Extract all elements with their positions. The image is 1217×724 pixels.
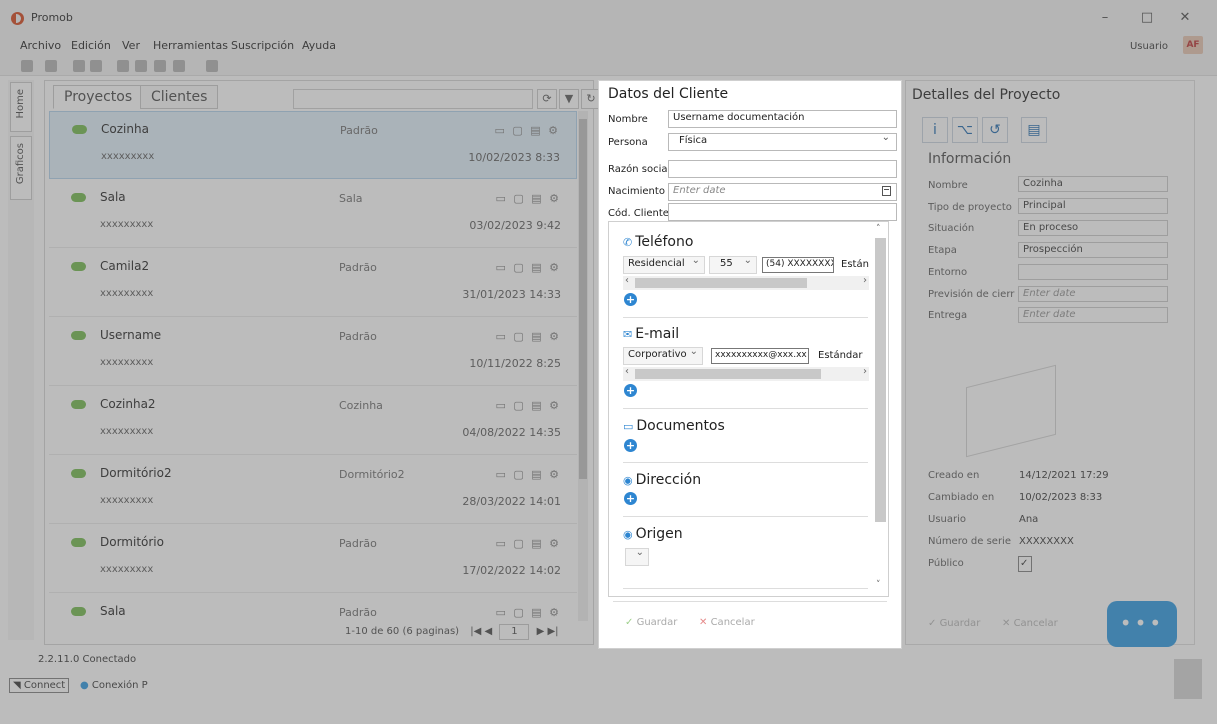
telefono-code-select[interactable]: 55 xyxy=(709,255,757,274)
divider xyxy=(623,462,868,463)
label-razon-social: Razón social xyxy=(608,164,671,175)
label-nacimiento: Nacimiento xyxy=(608,186,665,197)
email-address-input[interactable]: xxxxxxxxxx@xxx.xx xyxy=(711,348,809,364)
scroll-left-icon[interactable]: ‹ xyxy=(625,366,629,377)
add-documento-button[interactable]: + xyxy=(624,439,637,452)
cancelar-label: Cancelar xyxy=(710,617,755,628)
documentos-section-title: ▭ Documentos xyxy=(623,418,725,434)
scroll-down-icon[interactable]: ˅ xyxy=(876,580,881,590)
telefono-title-text: Teléfono xyxy=(635,234,694,250)
telefono-section-title: ✆ Teléfono xyxy=(623,234,693,250)
calendar-icon[interactable] xyxy=(882,186,891,196)
id-card-icon: ▭ xyxy=(623,420,634,433)
telefono-hscroll[interactable]: ‹ › xyxy=(623,275,869,290)
scroll-right-icon[interactable]: › xyxy=(863,275,867,286)
add-email-button[interactable]: + xyxy=(624,384,637,397)
origen-section-title: ◉ Origen xyxy=(623,526,683,542)
origen-select[interactable] xyxy=(625,547,649,566)
add-direccion-button[interactable]: + xyxy=(624,492,637,505)
razon-social-input[interactable] xyxy=(668,160,897,178)
guardar-label: Guardar xyxy=(636,617,678,628)
telefono-tag: Están xyxy=(841,259,869,270)
divider xyxy=(623,317,868,318)
nacimiento-date-field[interactable]: Enter date xyxy=(668,183,897,201)
envelope-icon: ✉ xyxy=(623,328,633,341)
email-section-title: ✉ E-mail xyxy=(623,326,679,342)
origen-title-text: Origen xyxy=(635,526,683,542)
cod-cliente-input[interactable] xyxy=(668,203,897,221)
email-title-text: E-mail xyxy=(635,326,680,342)
contacts-vscroll[interactable]: ˄ ˅ xyxy=(874,224,886,594)
nombre-input[interactable]: Username documentación xyxy=(668,110,897,128)
phone-icon: ✆ xyxy=(623,236,633,249)
direccion-section-title: ◉ Dirección xyxy=(623,472,701,488)
label-persona: Persona xyxy=(608,137,648,148)
location-pin-icon: ◉ xyxy=(623,474,633,487)
email-hscroll-thumb[interactable] xyxy=(635,369,821,379)
documentos-title-text: Documentos xyxy=(636,418,725,434)
email-hscroll[interactable]: ‹ › xyxy=(623,366,869,381)
telefono-number-input[interactable]: (54) XXXXXXXX xyxy=(762,257,834,273)
divider xyxy=(623,516,868,517)
divider xyxy=(623,408,868,409)
location-pin-icon: ◉ xyxy=(623,528,633,541)
direccion-title-text: Dirección xyxy=(635,472,702,488)
scroll-up-icon[interactable]: ˄ xyxy=(876,224,881,234)
client-contacts-scroll: ✆Teléfono Residencial 55 (54) XXXXXXXX E… xyxy=(608,221,889,597)
guardar-button[interactable]: ✓ Guardar xyxy=(625,617,677,628)
divider xyxy=(613,601,887,602)
check-icon: ✓ xyxy=(625,617,634,628)
x-icon: ✕ xyxy=(699,617,708,628)
contacts-vscroll-thumb[interactable] xyxy=(875,238,886,522)
persona-select[interactable]: Física xyxy=(668,132,897,151)
add-telefono-button[interactable]: + xyxy=(624,293,637,306)
scroll-left-icon[interactable]: ‹ xyxy=(625,275,629,286)
telefono-type-select[interactable]: Residencial xyxy=(623,255,705,274)
client-details-panel: Datos del Cliente Nombre Username docume… xyxy=(598,80,902,649)
email-type-select[interactable]: Corporativo xyxy=(623,346,703,365)
cancelar-button[interactable]: ✕ Cancelar xyxy=(699,617,755,628)
client-panel-title: Datos del Cliente xyxy=(608,86,729,102)
nacimiento-placeholder: Enter date xyxy=(673,185,726,196)
email-tag: Estándar xyxy=(818,350,863,361)
label-cod-cliente: Cód. Cliente xyxy=(608,208,669,219)
telefono-hscroll-thumb[interactable] xyxy=(635,278,807,288)
label-nombre: Nombre xyxy=(608,114,648,125)
scroll-right-icon[interactable]: › xyxy=(863,366,867,377)
divider xyxy=(623,588,868,589)
